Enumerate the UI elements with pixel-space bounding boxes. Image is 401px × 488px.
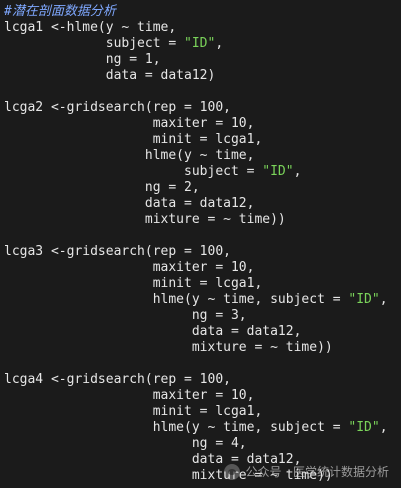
code-string: "ID" — [184, 36, 216, 51]
code-line: maxiter = 10, — [4, 388, 401, 404]
code-token: , — [215, 36, 224, 51]
code-token: lcga4 <-gridsearch(rep = 100, — [4, 372, 231, 387]
code-line: mixture = ~ time)) — [4, 340, 401, 356]
code-line: ng = 4, — [4, 436, 401, 452]
code-block[interactable]: #潜在剖面数据分析 lcga1 <-hlme(y ~ time, subject … — [0, 0, 401, 484]
code-string: "ID" — [348, 292, 380, 307]
code-token: maxiter = 10, — [4, 388, 255, 403]
watermark: 公众号 · 医学统计数据分析 — [223, 463, 389, 480]
code-token: ng = 3, — [4, 308, 247, 323]
code-line: subject = "ID", — [4, 164, 401, 180]
code-token: hlme(y ~ time, — [4, 148, 255, 163]
code-token: minit = lcga1, — [4, 276, 263, 291]
code-line: data = data12, — [4, 196, 401, 212]
code-string: "ID" — [262, 164, 294, 179]
code-token: lcga3 <-gridsearch(rep = 100, — [4, 244, 231, 259]
code-line: #潜在剖面数据分析 — [4, 4, 401, 20]
code-token: lcga2 <-gridsearch(rep = 100, — [4, 100, 231, 115]
wechat-icon — [223, 463, 240, 480]
code-line: minit = lcga1, — [4, 132, 401, 148]
code-line: ng = 2, — [4, 180, 401, 196]
code-line: maxiter = 10, — [4, 260, 401, 276]
code-token: subject = — [4, 36, 185, 51]
code-line: lcga3 <-gridsearch(rep = 100, — [4, 244, 401, 260]
code-string: "ID" — [348, 420, 380, 435]
code-token: , — [379, 420, 388, 435]
code-line: maxiter = 10, — [4, 116, 401, 132]
code-comment: #潜在剖面数据分析 — [4, 4, 116, 19]
code-token: maxiter = 10, — [4, 116, 255, 131]
code-token: ng = 4, — [4, 436, 247, 451]
code-line: subject = "ID", — [4, 36, 401, 52]
code-line: minit = lcga1, — [4, 404, 401, 420]
code-line: lcga1 <-hlme(y ~ time, — [4, 20, 401, 36]
code-token: , — [293, 164, 302, 179]
code-line: ng = 3, — [4, 308, 401, 324]
code-token: maxiter = 10, — [4, 260, 255, 275]
code-line: mixture = ~ time)) — [4, 212, 401, 228]
watermark-text: 公众号 · 医学统计数据分析 — [245, 465, 389, 479]
code-token: mixture = ~ time)) — [4, 212, 286, 227]
code-line: lcga4 <-gridsearch(rep = 100, — [4, 372, 401, 388]
code-line: minit = lcga1, — [4, 276, 401, 292]
code-token: data = data12) — [4, 68, 216, 83]
code-line: data = data12, — [4, 324, 401, 340]
code-token: minit = lcga1, — [4, 132, 263, 147]
code-token: minit = lcga1, — [4, 404, 263, 419]
code-token: mixture = ~ time)) — [4, 340, 333, 355]
code-line: lcga2 <-gridsearch(rep = 100, — [4, 100, 401, 116]
code-line: hlme(y ~ time, subject = "ID", — [4, 292, 401, 308]
code-token: ng = 1, — [4, 52, 161, 67]
code-line: hlme(y ~ time, — [4, 148, 401, 164]
code-token: data = data12, — [4, 324, 302, 339]
code-token: hlme(y ~ time, subject = — [4, 292, 349, 307]
code-token: subject = — [4, 164, 263, 179]
code-token: data = data12, — [4, 196, 255, 211]
code-token: lcga1 <-hlme(y ~ time, — [4, 20, 177, 35]
code-token: ng = 2, — [4, 180, 200, 195]
code-line: data = data12) — [4, 68, 401, 84]
code-line: ng = 1, — [4, 52, 401, 68]
code-line: hlme(y ~ time, subject = "ID", — [4, 420, 401, 436]
code-token: , — [379, 292, 388, 307]
code-token: hlme(y ~ time, subject = — [4, 420, 349, 435]
code-editor[interactable]: #潜在剖面数据分析 lcga1 <-hlme(y ~ time, subject … — [0, 0, 401, 488]
